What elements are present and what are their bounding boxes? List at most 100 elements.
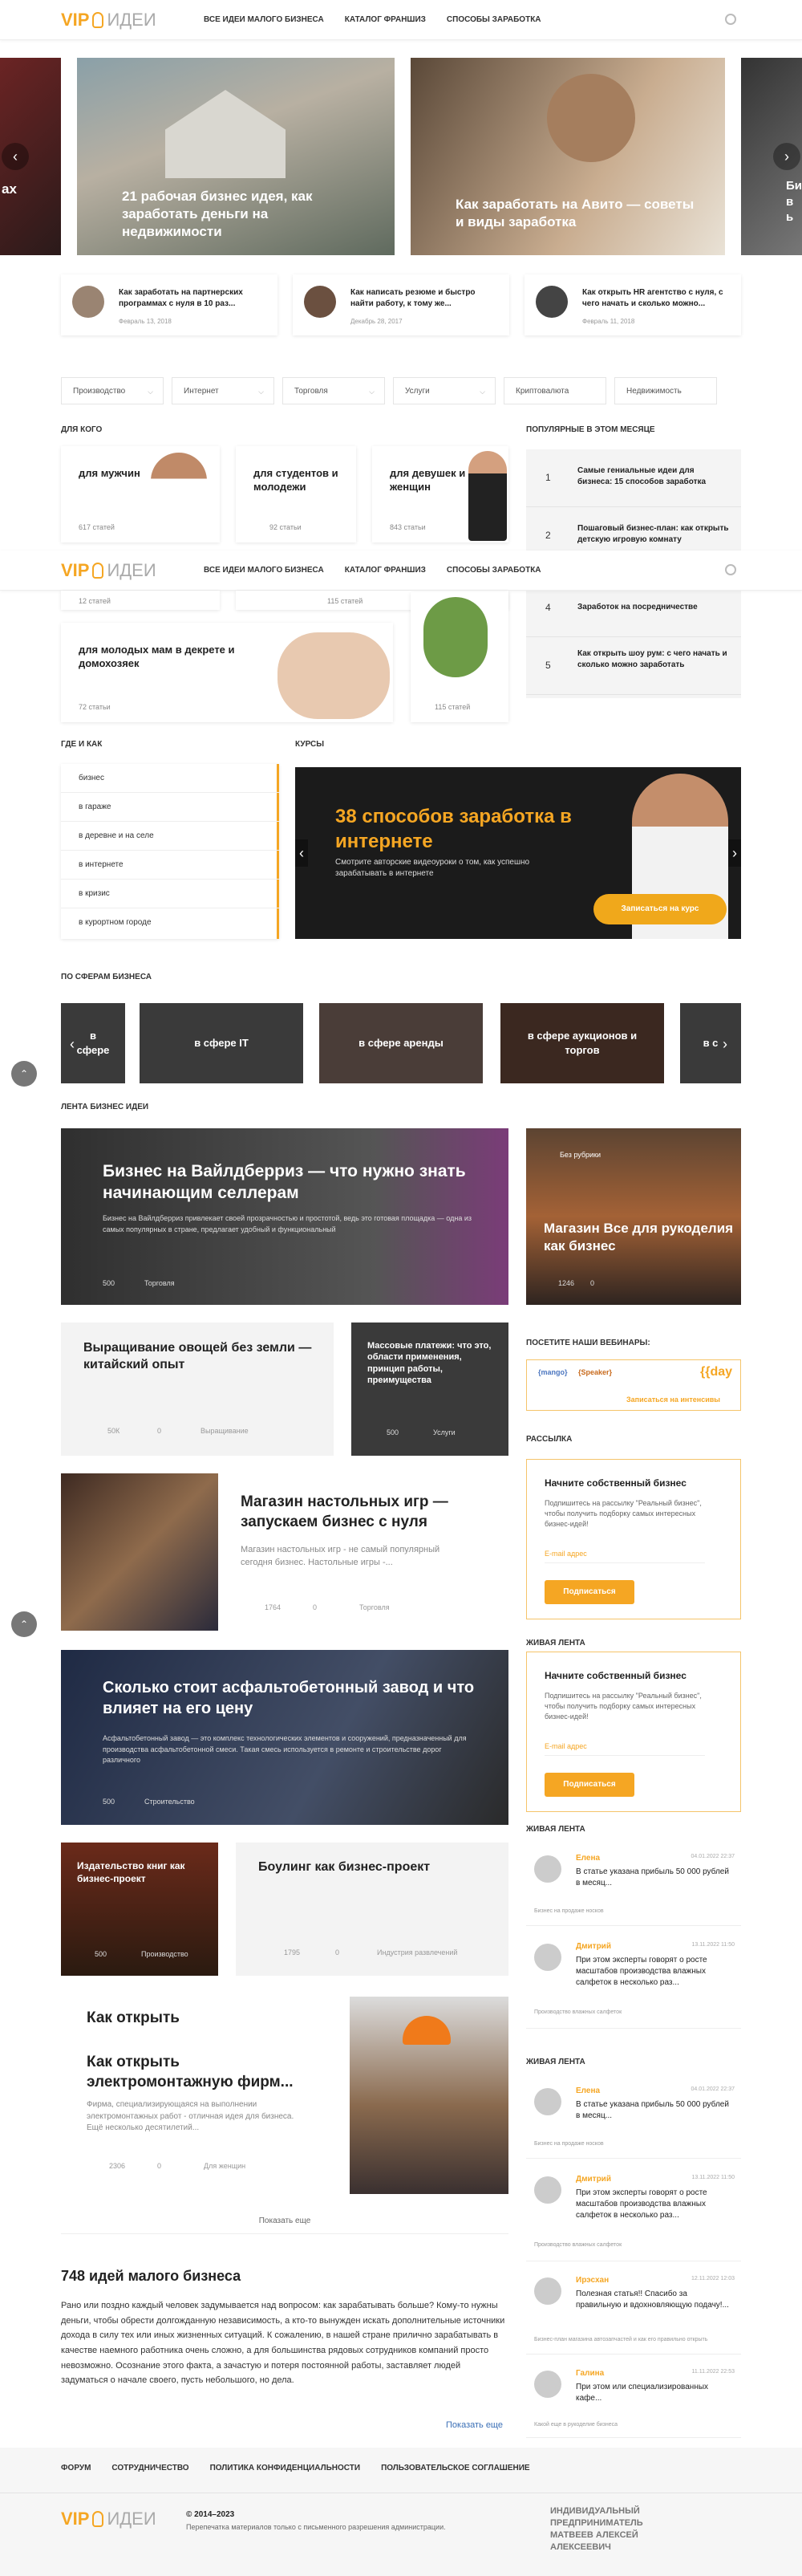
avatar [534, 1855, 561, 1883]
show-more-button[interactable]: Показать еще [61, 2216, 508, 2234]
filter-production[interactable]: Производство ⌵ [61, 377, 164, 404]
audience-card-moms[interactable]: для молодых мам в декрете и домохозяек 72… [61, 623, 393, 722]
comment-item[interactable]: Дмитрий 13.11.2022 11:50 При этом эксперты… [526, 2167, 741, 2261]
search-icon[interactable] [725, 14, 736, 25]
footer-link-partnership[interactable]: Сотрудничество [111, 2464, 188, 2472]
filter-services[interactable]: Услуги ⌵ [393, 377, 496, 404]
sphere-card[interactable]: в сфере аренды [319, 1003, 483, 1083]
article-card-side[interactable]: Без рубрики Магазин Все для рукоделия ка… [526, 1128, 741, 1305]
search-icon[interactable] [725, 564, 736, 575]
article-excerpt: Магазин настольных игр - не самый популя… [241, 1545, 440, 1567]
where-item[interactable]: в кризис [61, 880, 279, 908]
mini-article-card[interactable]: Как заработать на партнерских программах… [61, 274, 277, 335]
chevron-down-icon: ⌵ [480, 388, 485, 396]
chair-photo [423, 597, 488, 677]
where-list: бизнес в гараже в деревне и на селе в ин… [61, 764, 279, 939]
article-title[interactable]: Магазин настольных игр — запускаем бизне… [241, 1493, 497, 1532]
comment-item[interactable]: Ирэсхан 12.11.2022 12:03 Полезная статья!!… [526, 2268, 741, 2355]
sphere-prev-icon[interactable]: ‹ [64, 1030, 80, 1058]
sphere-next-icon[interactable]: › [717, 1030, 733, 1058]
article-title[interactable]: Как открыть электромонтажную фирм... [87, 2053, 327, 2092]
slide-card[interactable]: 21 рабочая бизнес идея, как заработать д… [77, 58, 395, 255]
where-item[interactable]: в интернете [61, 851, 279, 880]
article-card[interactable]: Выращивание овощей без земли — китайский… [61, 1323, 334, 1456]
filter-trade[interactable]: Торговля ⌵ [282, 377, 385, 404]
article-thumb [304, 286, 336, 318]
email-field[interactable]: E-mail адрес [545, 1550, 705, 1563]
electrician-photo[interactable] [350, 1997, 508, 2194]
where-item[interactable]: в курортном городе [61, 908, 279, 937]
slider-prev-icon[interactable]: ‹ [2, 143, 29, 170]
category-filters: Производство ⌵ Интернет ⌵ Торговля ⌵ Услуги… [61, 377, 741, 404]
mini-article-card[interactable]: Как открыть HR агентство с нуля, с чего … [525, 274, 741, 335]
site-logo[interactable]: VIP ИДЕИ [61, 10, 156, 30]
article-card-large[interactable]: Бизнес на Вайлдберриз — что нужно знать … [61, 1128, 508, 1305]
comment-item[interactable]: Дмитрий 13.11.2022 11:50 При этом эксперты… [526, 1934, 741, 2029]
article-card-large[interactable]: Сколько стоит асфальтобетонный завод и ч… [61, 1650, 508, 1825]
scroll-up-icon[interactable]: ⌃ [11, 1611, 37, 1637]
footer-link-privacy[interactable]: Политика конфиденциальности [210, 2464, 360, 2472]
article-title[interactable]: Как открыть [87, 2009, 180, 2027]
games-photo[interactable] [61, 1473, 218, 1631]
where-item[interactable]: в гараже [61, 793, 279, 822]
nav-franchise[interactable]: Каталог франшиз [345, 566, 426, 575]
nav-all-ideas[interactable]: Все идеи малого бизнеса [204, 566, 324, 575]
where-item[interactable]: бизнес [61, 764, 279, 793]
comment-item[interactable]: Елена 04.01.2022 22:37 В статье указана пр… [526, 2078, 741, 2159]
section-title: Популярные в этом месяце [526, 425, 655, 434]
filter-realty[interactable]: Недвижимость [614, 377, 717, 404]
webinars-box[interactable]: {mango} {Speaker} {{day Записаться на ин… [526, 1359, 741, 1411]
site-logo[interactable]: VIP ИДЕИ [61, 560, 156, 581]
newsletter-box: Начните собственный бизнес Подпишитесь н… [526, 1652, 741, 1812]
section-title: По сферам бизнеса [61, 973, 152, 981]
seo-title: 748 идей малого бизнеса [61, 2268, 241, 2284]
article-card[interactable]: Издательство книг как бизнес-проект 500 … [61, 1843, 218, 1976]
sticky-header: VIP ИДЕИ Все идеи малого бизнеса Каталог … [0, 551, 802, 591]
where-item[interactable]: в деревне и на селе [61, 822, 279, 851]
main-nav: Все идеи малого бизнеса Каталог франшиз … [204, 566, 541, 575]
section-title: Посетите наши вебинары: [526, 1339, 650, 1347]
email-field[interactable]: E-mail адрес [545, 1742, 705, 1756]
chevron-down-icon: ⌵ [369, 388, 375, 396]
hardhat-icon [403, 2016, 451, 2045]
newsletter-box: Начните собственный бизнес Подпишитесь н… [526, 1459, 741, 1619]
main-nav: Все идеи малого бизнеса Каталог франшиз … [204, 15, 541, 24]
avatar [534, 1944, 561, 1971]
nav-all-ideas[interactable]: Все идеи малого бизнеса [204, 15, 324, 24]
sphere-card[interactable]: в сфере IT [140, 1003, 303, 1083]
scroll-up-icon[interactable]: ⌃ [11, 1061, 37, 1087]
nav-earn[interactable]: Способы заработка [447, 566, 541, 575]
sphere-card[interactable]: в сфере аукционов и торгов [500, 1003, 664, 1083]
article-card[interactable]: Массовые платежи: что это, области приме… [351, 1323, 508, 1456]
comment-item[interactable]: Галина 11.11.2022 22:53 При этом или специ… [526, 2361, 741, 2438]
course-next-icon[interactable]: › [728, 839, 741, 867]
subscribe-button[interactable]: Подписаться [545, 1773, 634, 1797]
nav-earn[interactable]: Способы заработка [447, 15, 541, 24]
course-prev-icon[interactable]: ‹ [295, 839, 308, 867]
filter-internet[interactable]: Интернет ⌵ [172, 377, 274, 404]
footer-link-terms[interactable]: Пользовательское соглашение [381, 2464, 530, 2472]
popular-item[interactable]: 5 Как открыть шоу рум: с чего начать и ск… [526, 637, 741, 695]
section-title: Курсы [295, 740, 325, 749]
audience-card-men[interactable]: для мужчин 617 статей [61, 446, 220, 542]
filter-crypto[interactable]: Криптовалюта [504, 377, 606, 404]
site-header: VIP ИДЕИ Все идеи малого бизнеса Каталог … [0, 0, 802, 40]
audience-card-chair[interactable]: 115 статей [411, 592, 508, 722]
footer-logo[interactable]: VIP ИДЕИ [61, 2509, 156, 2529]
mini-article-card[interactable]: Как написать резюме и быстро найти работ… [293, 274, 509, 335]
subscribe-button[interactable]: Подписаться [545, 1580, 634, 1604]
woman-photo [468, 451, 507, 541]
audience-card-students[interactable]: для студентов и молодежи 92 статьи [236, 446, 356, 542]
footer-link-forum[interactable]: Форум [61, 2464, 91, 2472]
popular-item[interactable]: 1 Самые гениальные идеи для бизнеса: 15 с… [526, 449, 741, 507]
section-title: Живая лента [526, 1639, 585, 1648]
audience-card[interactable]: 12 статей [61, 591, 220, 610]
course-signup-button[interactable]: Записаться на курс [593, 894, 727, 924]
slider-next-icon[interactable]: › [773, 143, 800, 170]
nav-franchise[interactable]: Каталог франшиз [345, 15, 426, 24]
seo-more-link[interactable]: Показать еще [446, 2420, 503, 2430]
comment-item[interactable]: Елена 04.01.2022 22:37 В статье указана пр… [526, 1846, 741, 1926]
article-card[interactable]: Боулинг как бизнес-проект 1795 0 Индустр… [236, 1843, 508, 1976]
slide-card[interactable]: Как заработать на Авито — советы и виды … [411, 58, 725, 255]
audience-card-women[interactable]: для девушек и женщин 843 статьи [372, 446, 508, 542]
